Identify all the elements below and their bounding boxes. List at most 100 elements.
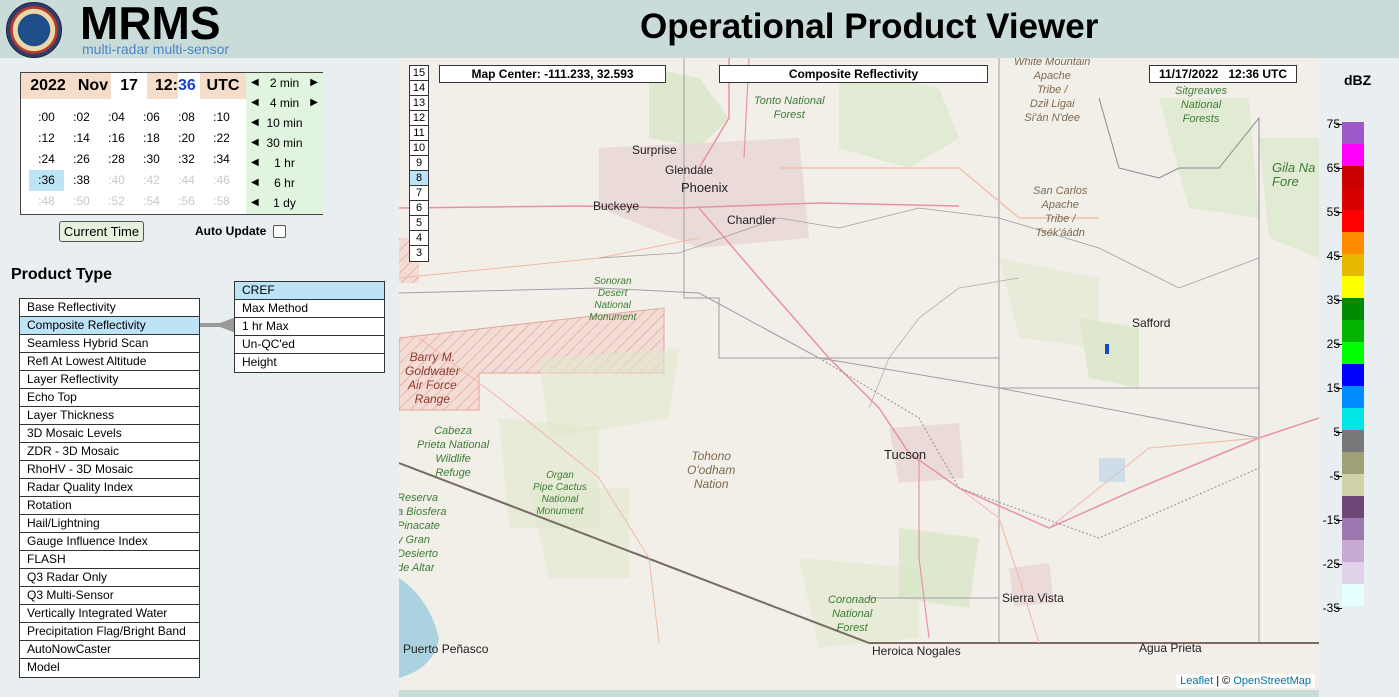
leaflet-link[interactable]: Leaflet	[1180, 675, 1213, 687]
month-value[interactable]: Nov	[75, 73, 111, 99]
minute-option[interactable]: :04	[99, 107, 134, 128]
product-subtype-item[interactable]: Height	[235, 354, 384, 372]
time-step-label: 1 dy	[273, 196, 296, 210]
legend-swatch	[1342, 584, 1364, 606]
product-subtype-item[interactable]: CREF	[235, 282, 384, 300]
minute-option[interactable]: :26	[64, 149, 99, 170]
auto-update-checkbox[interactable]	[273, 225, 286, 238]
zoom-level-option[interactable]: 9	[410, 156, 428, 171]
step-back-icon[interactable]: ◀	[251, 113, 259, 133]
minute-option[interactable]: :06	[134, 107, 169, 128]
map-view[interactable]: Surprise Glendale Phoenix Chandler Bucke…	[399, 58, 1319, 690]
product-type-item[interactable]: Echo Top	[20, 389, 199, 407]
product-type-item[interactable]: RhoHV - 3D Mosaic	[20, 461, 199, 479]
step-back-icon[interactable]: ◀	[251, 133, 259, 153]
product-subtype-item[interactable]: Un-QC'ed	[235, 336, 384, 354]
minute-option[interactable]: :18	[134, 128, 169, 149]
product-type-item[interactable]: Radar Quality Index	[20, 479, 199, 497]
minute-option[interactable]: :24	[29, 149, 64, 170]
product-type-item[interactable]: Seamless Hybrid Scan	[20, 335, 199, 353]
step-back-icon[interactable]: ◀	[251, 93, 259, 113]
product-type-item[interactable]: Gauge Influence Index	[20, 533, 199, 551]
map-label-tucson: Tucson	[884, 447, 927, 462]
minute-option: :58	[213, 194, 230, 208]
minute-option[interactable]: :16	[99, 128, 134, 149]
product-type-item[interactable]: FLASH	[20, 551, 199, 569]
product-type-item[interactable]: Hail/Lightning	[20, 515, 199, 533]
product-type-item[interactable]: Q3 Multi-Sensor	[20, 587, 199, 605]
minute-option: :52	[108, 194, 125, 208]
day-value[interactable]: 17	[111, 73, 147, 99]
product-type-item[interactable]: Layer Thickness	[20, 407, 199, 425]
product-type-item[interactable]: Base Reflectivity	[20, 299, 199, 317]
map-label-sierra-vista: Sierra Vista	[1002, 591, 1064, 605]
zoom-level-option[interactable]: 14	[410, 81, 428, 96]
step-forward-icon[interactable]: ▶	[310, 93, 318, 113]
minute-option[interactable]: :20	[169, 128, 204, 149]
openstreetmap-link[interactable]: OpenStreetMap	[1233, 675, 1311, 687]
product-type-item[interactable]: AutoNowCaster	[20, 641, 199, 659]
dbz-legend: dBZ 756555453525155-5-15-25-35	[1319, 58, 1399, 697]
zoom-level-option[interactable]: 12	[410, 111, 428, 126]
minute-option[interactable]: :00	[29, 107, 64, 128]
left-panel: 2022 Nov 17 12: 36 UTC :00:02:04:06:08:1…	[0, 58, 399, 697]
step-forward-icon[interactable]: ▶	[310, 73, 318, 93]
product-type-item[interactable]: Vertically Integrated Water	[20, 605, 199, 623]
minute-option[interactable]: :36	[29, 170, 64, 191]
product-type-item[interactable]: Precipitation Flag/Bright Band	[20, 623, 199, 641]
minute-option[interactable]: :14	[64, 128, 99, 149]
zoom-level-option[interactable]: 13	[410, 96, 428, 111]
zoom-level-option[interactable]: 3	[410, 246, 428, 261]
zoom-level-option[interactable]: 5	[410, 216, 428, 231]
minute-option[interactable]: :28	[99, 149, 134, 170]
minute-option: :48	[38, 194, 55, 208]
product-type-item[interactable]: Q3 Radar Only	[20, 569, 199, 587]
minute-option[interactable]: :32	[169, 149, 204, 170]
hour-value[interactable]: 12:	[147, 73, 178, 99]
zoom-level-option[interactable]: 15	[410, 66, 428, 81]
product-subtype-item[interactable]: Max Method	[235, 300, 384, 318]
step-back-icon[interactable]: ◀	[251, 173, 259, 193]
zoom-level-option[interactable]: 4	[410, 231, 428, 246]
minute-option: :42	[143, 173, 160, 187]
map-label-chandler: Chandler	[727, 213, 776, 227]
current-time-button[interactable]: Current Time	[59, 221, 144, 242]
minute-option[interactable]: :02	[64, 107, 99, 128]
product-type-item[interactable]: Composite Reflectivity	[20, 317, 199, 335]
product-type-item[interactable]: 3D Mosaic Levels	[20, 425, 199, 443]
product-type-item[interactable]: Refl At Lowest Altitude	[20, 353, 199, 371]
legend-swatch	[1342, 430, 1364, 452]
minute-option[interactable]: :38	[64, 170, 99, 191]
minute-option[interactable]: :08	[169, 107, 204, 128]
minute-option: :40	[108, 173, 125, 187]
zoom-level-selector: 15 14 13 12 11 10 9 8 7 6 5 4 3	[409, 65, 429, 262]
step-back-icon[interactable]: ◀	[251, 193, 259, 213]
product-type-item[interactable]: Rotation	[20, 497, 199, 515]
product-type-item[interactable]: ZDR - 3D Mosaic	[20, 443, 199, 461]
zoom-level-option[interactable]: 7	[410, 186, 428, 201]
minute-option[interactable]: :34	[204, 149, 239, 170]
minute-option[interactable]: :30	[134, 149, 169, 170]
zoom-level-option[interactable]: 8	[410, 171, 428, 186]
map-label-tonto: Tonto National Forest	[754, 95, 825, 121]
product-subtype-item[interactable]: 1 hr Max	[235, 318, 384, 336]
legend-swatch	[1342, 342, 1364, 364]
legend-swatch	[1342, 540, 1364, 562]
legend-tick	[1336, 344, 1342, 345]
minute-option[interactable]: :22	[204, 128, 239, 149]
year-value[interactable]: 2022	[21, 73, 75, 99]
timezone-label: UTC	[200, 73, 246, 99]
zoom-level-option[interactable]: 6	[410, 201, 428, 216]
minute-option[interactable]: :12	[29, 128, 64, 149]
time-step-row: ◀ 1 dy	[246, 193, 323, 213]
step-back-icon[interactable]: ◀	[251, 153, 259, 173]
step-back-icon[interactable]: ◀	[251, 73, 259, 93]
legend-swatch	[1342, 298, 1364, 320]
product-type-item[interactable]: Model	[20, 659, 199, 677]
minute-option[interactable]: :10	[204, 107, 239, 128]
legend-tick	[1336, 476, 1342, 477]
zoom-level-option[interactable]: 10	[410, 141, 428, 156]
legend-swatch	[1342, 122, 1364, 144]
product-type-item[interactable]: Layer Reflectivity	[20, 371, 199, 389]
zoom-level-option[interactable]: 11	[410, 126, 428, 141]
